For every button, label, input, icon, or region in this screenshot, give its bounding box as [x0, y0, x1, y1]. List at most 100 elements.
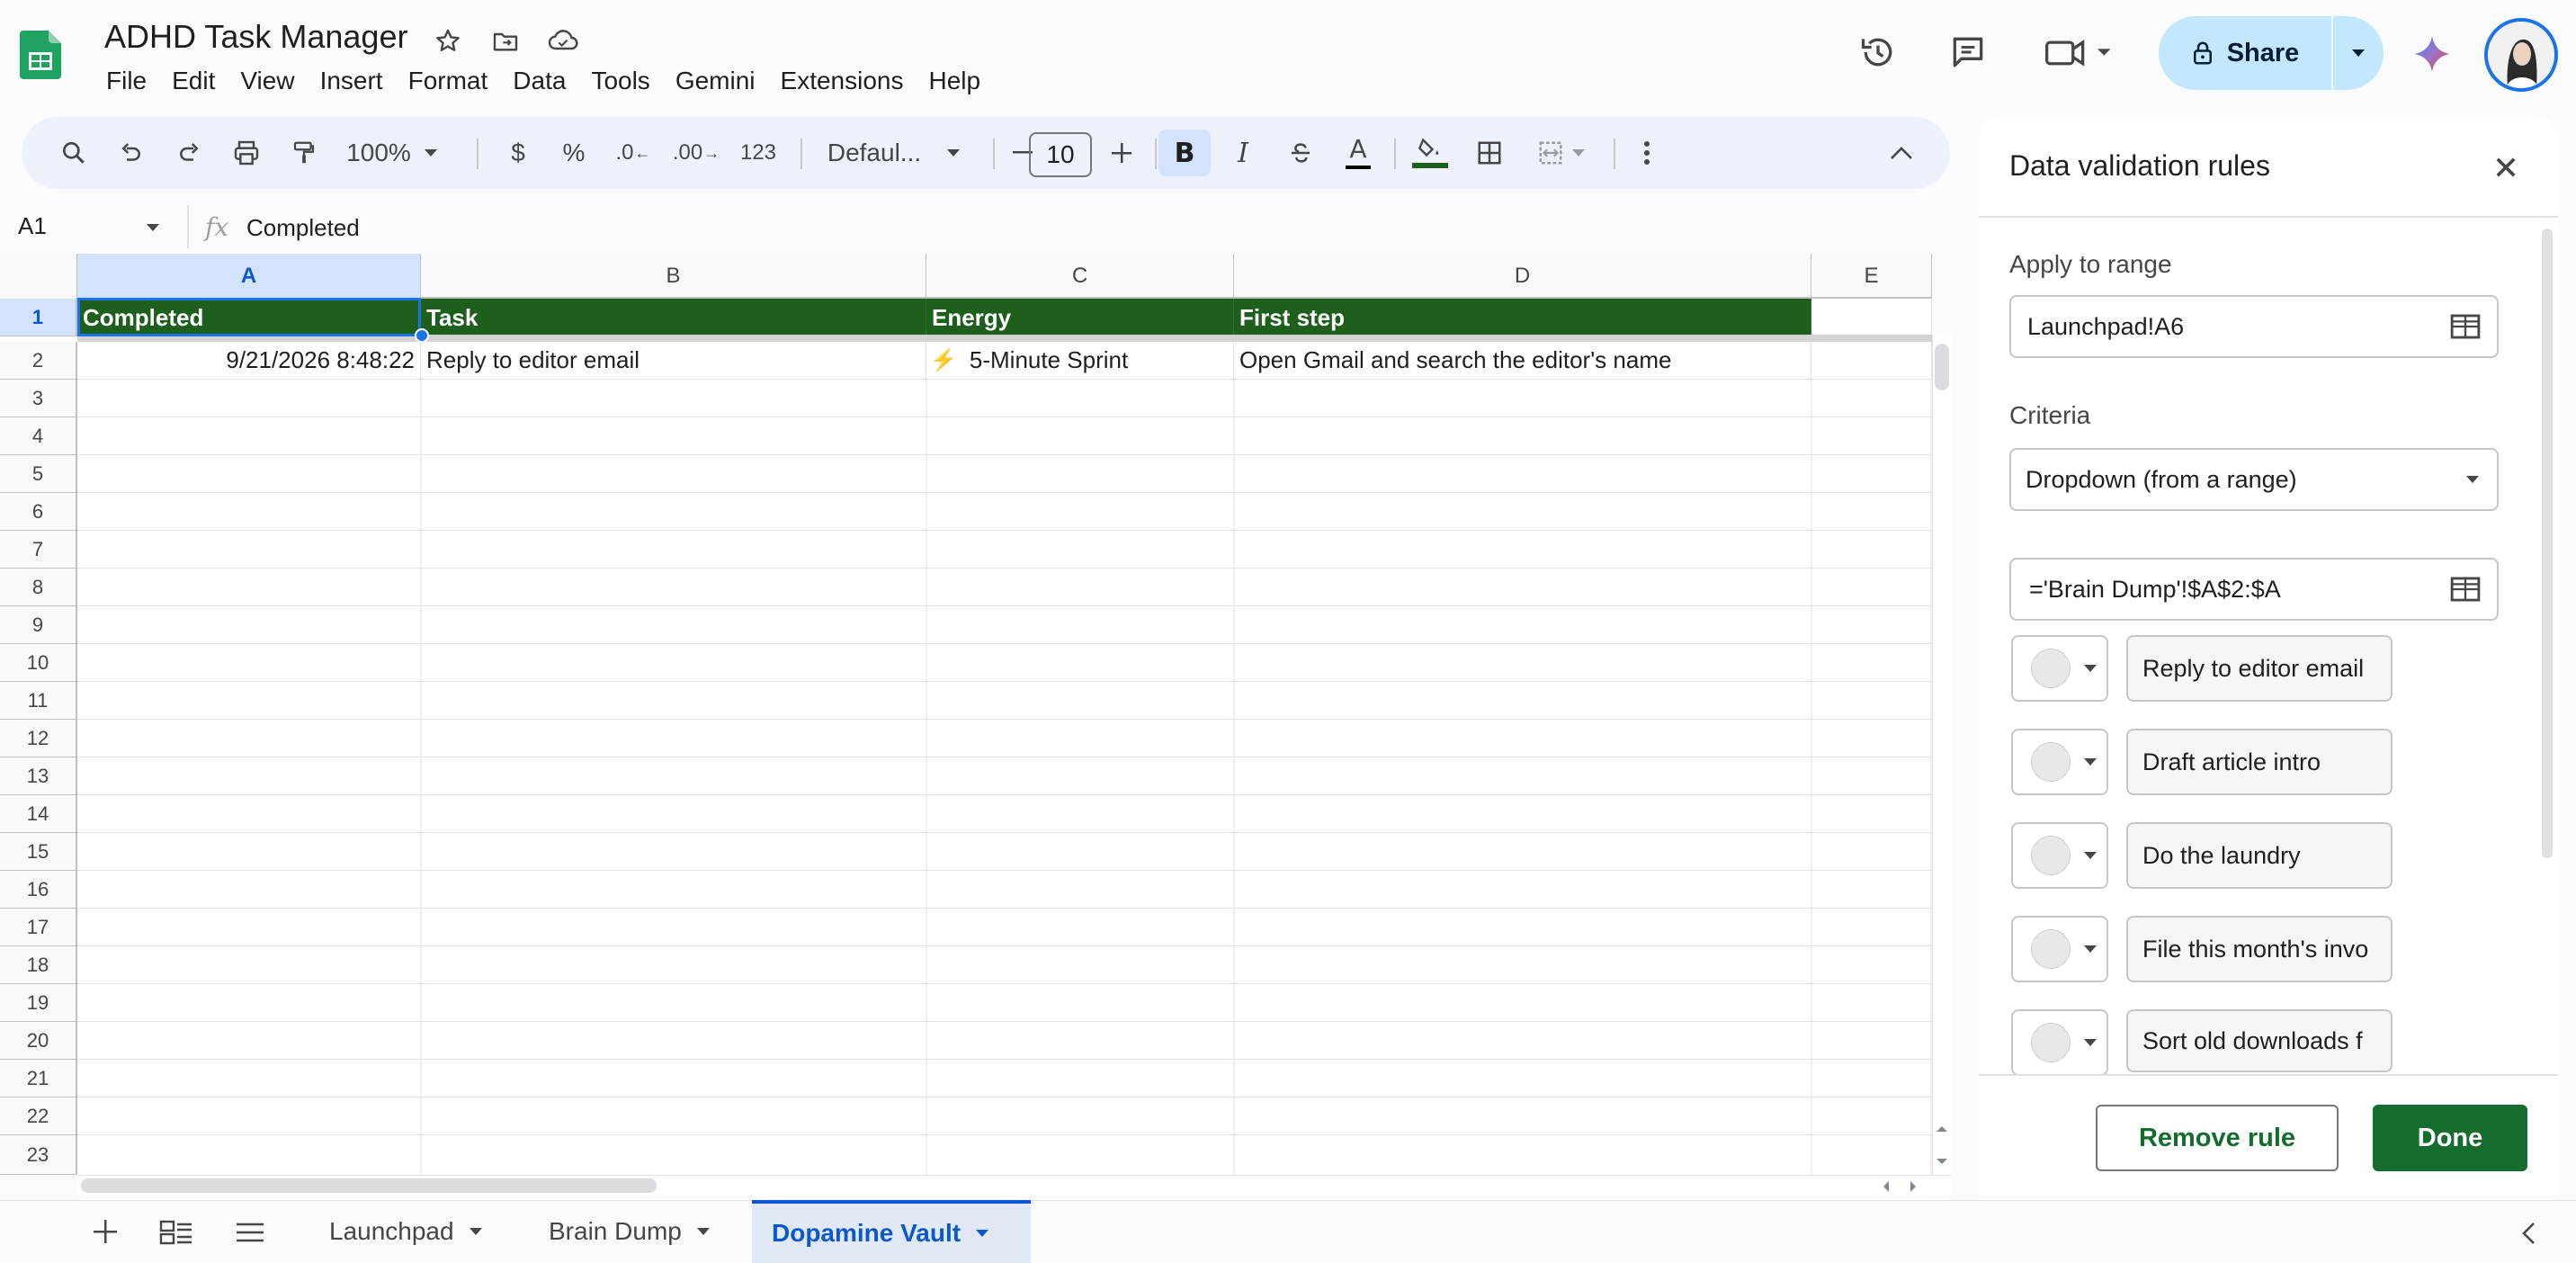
- star-icon[interactable]: [432, 25, 464, 58]
- sheet-tab-dopamine-vault[interactable]: Dopamine Vault: [752, 1200, 1031, 1263]
- row-header[interactable]: 18: [0, 946, 77, 984]
- font-size-input[interactable]: 10: [1029, 132, 1092, 177]
- row-header[interactable]: 10: [0, 644, 77, 682]
- row-header[interactable]: 2: [0, 342, 77, 380]
- sheet-tab-launchpad[interactable]: Launchpad: [309, 1200, 503, 1263]
- undo-icon[interactable]: [108, 130, 155, 176]
- formula-input[interactable]: Completed: [246, 214, 360, 242]
- cell-e2[interactable]: [1811, 342, 1932, 380]
- option-color-picker[interactable]: [2011, 916, 2108, 982]
- row-header[interactable]: 15: [0, 833, 77, 871]
- dropdown-option-input[interactable]: File this month's invo: [2126, 916, 2393, 982]
- increase-font-size-icon[interactable]: [1101, 130, 1142, 176]
- row-header[interactable]: 14: [0, 795, 77, 833]
- decrease-decimal-button[interactable]: .0 ←: [608, 130, 658, 176]
- format-percent-button[interactable]: %: [554, 130, 594, 176]
- scroll-down-arrow-icon[interactable]: [1934, 1155, 1950, 1168]
- scroll-up-arrow-icon[interactable]: [1934, 1123, 1950, 1135]
- row-header[interactable]: 7: [0, 531, 77, 569]
- format-currency-button[interactable]: $: [498, 130, 538, 176]
- sheet-list-menu-icon[interactable]: [232, 1216, 268, 1249]
- dropdown-option-input[interactable]: Sort old downloads f: [2126, 1009, 2393, 1072]
- row-header[interactable]: 3: [0, 380, 77, 417]
- apply-range-input[interactable]: Launchpad!A6: [2009, 295, 2499, 358]
- menu-insert[interactable]: Insert: [308, 63, 396, 99]
- share-button[interactable]: Share: [2159, 16, 2331, 90]
- row-header[interactable]: 8: [0, 569, 77, 606]
- all-sheets-icon[interactable]: [157, 1214, 196, 1250]
- sheet-tab-brain-dump[interactable]: Brain Dump: [529, 1200, 730, 1263]
- panel-scrollbar-thumb[interactable]: [2542, 228, 2553, 858]
- document-title[interactable]: ADHD Task Manager: [104, 18, 407, 56]
- row-header[interactable]: 23: [0, 1135, 77, 1175]
- menu-edit[interactable]: Edit: [159, 63, 228, 99]
- done-button[interactable]: Done: [2373, 1105, 2527, 1171]
- redo-icon[interactable]: [165, 130, 212, 176]
- column-header-c[interactable]: C: [926, 254, 1234, 299]
- row-header[interactable]: 6: [0, 493, 77, 531]
- row-header[interactable]: 20: [0, 1022, 77, 1060]
- column-header-e[interactable]: E: [1811, 254, 1932, 299]
- row-header[interactable]: 4: [0, 417, 77, 455]
- sheets-logo-icon[interactable]: [20, 31, 61, 79]
- more-options-icon[interactable]: [1626, 130, 1668, 176]
- paint-format-icon[interactable]: [281, 130, 327, 176]
- source-range-input[interactable]: ='Brain Dump'!$A$2:$A: [2009, 558, 2499, 621]
- search-menus-icon[interactable]: [50, 130, 97, 176]
- italic-icon[interactable]: I: [1220, 130, 1266, 176]
- fill-handle[interactable]: [415, 328, 429, 343]
- menu-tools[interactable]: Tools: [578, 63, 662, 99]
- row-header[interactable]: 17: [0, 909, 77, 946]
- option-color-picker[interactable]: [2011, 729, 2108, 795]
- row-header[interactable]: 19: [0, 984, 77, 1022]
- chevron-down-icon[interactable]: [146, 223, 160, 232]
- header-cell-energy[interactable]: Energy: [926, 299, 1234, 336]
- column-header-b[interactable]: B: [421, 254, 926, 299]
- version-history-icon[interactable]: [1856, 31, 1900, 74]
- cell-energy[interactable]: ⚡ 5-Minute Sprint: [926, 342, 1234, 380]
- fill-color-icon[interactable]: [1407, 130, 1453, 176]
- option-color-picker[interactable]: [2011, 635, 2108, 702]
- menu-gemini[interactable]: Gemini: [663, 63, 768, 99]
- gemini-icon[interactable]: [2411, 32, 2454, 76]
- move-folder-icon[interactable]: [489, 25, 522, 58]
- dropdown-option-input[interactable]: Reply to editor email: [2126, 635, 2393, 702]
- row-header[interactable]: 22: [0, 1097, 77, 1135]
- share-dropdown-button[interactable]: [2333, 16, 2384, 90]
- row-header[interactable]: 1: [0, 299, 77, 336]
- header-cell-first-step[interactable]: First step: [1234, 299, 1811, 336]
- cell-completed-date[interactable]: 9/21/2026 8:48:22: [77, 342, 421, 380]
- merge-cells-icon[interactable]: [1524, 130, 1599, 176]
- menu-data[interactable]: Data: [500, 63, 578, 99]
- hide-menus-chevron-up-icon[interactable]: [1878, 130, 1925, 176]
- bold-icon[interactable]: B: [1158, 130, 1211, 176]
- menu-view[interactable]: View: [228, 63, 307, 99]
- dropdown-option-input[interactable]: Draft article intro: [2126, 729, 2393, 795]
- menu-format[interactable]: Format: [396, 63, 501, 99]
- cell-first-step[interactable]: Open Gmail and search the editor's name: [1234, 342, 1811, 380]
- menu-extensions[interactable]: Extensions: [768, 63, 917, 99]
- cell-e1[interactable]: [1811, 299, 1932, 336]
- text-color-icon[interactable]: A: [1335, 130, 1382, 176]
- row-header[interactable]: 16: [0, 871, 77, 909]
- menu-file[interactable]: File: [94, 63, 159, 99]
- font-family-select[interactable]: Defaul...: [813, 130, 975, 176]
- row-header[interactable]: 9: [0, 606, 77, 644]
- criteria-select[interactable]: Dropdown (from a range): [2009, 448, 2499, 511]
- remove-rule-button[interactable]: Remove rule: [2096, 1105, 2339, 1171]
- column-header-d[interactable]: D: [1234, 254, 1811, 299]
- zoom-select[interactable]: 100%: [340, 130, 444, 176]
- row-header[interactable]: 5: [0, 455, 77, 493]
- dropdown-option-input[interactable]: Do the laundry: [2126, 822, 2393, 889]
- comments-icon[interactable]: [1946, 31, 1990, 74]
- meet-video-icon[interactable]: [2044, 31, 2115, 74]
- header-cell-task[interactable]: Task: [421, 299, 926, 336]
- row-header[interactable]: 11: [0, 682, 77, 720]
- row-header[interactable]: 13: [0, 757, 77, 795]
- column-header-a[interactable]: A: [77, 254, 421, 299]
- strikethrough-icon[interactable]: [1277, 130, 1324, 176]
- scroll-right-arrow-icon[interactable]: [1907, 1178, 1919, 1195]
- side-panel-collapse-chevron-left-icon[interactable]: [2520, 1222, 2536, 1245]
- vertical-scrollbar-thumb[interactable]: [1935, 344, 1949, 390]
- row-header[interactable]: 12: [0, 720, 77, 757]
